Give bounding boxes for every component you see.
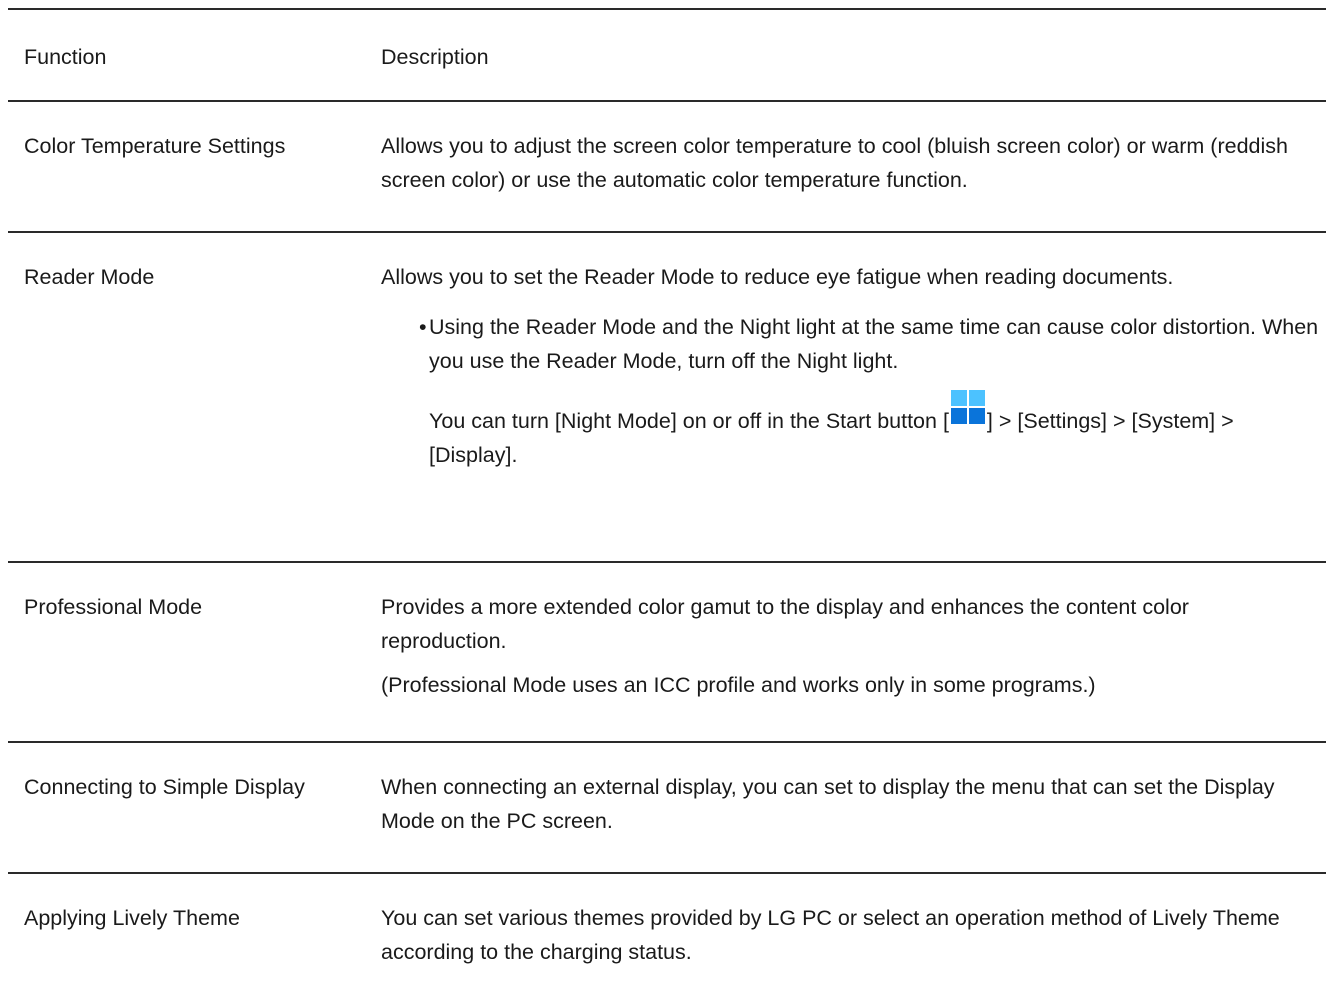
- function-description: You can set various themes provided by L…: [381, 901, 1326, 998]
- bullet-dot: •: [419, 315, 427, 339]
- table-header-row: Function Description: [8, 8, 1326, 100]
- description-text: Allows you to adjust the screen color te…: [381, 134, 1288, 192]
- function-name: Applying Lively Theme: [24, 906, 240, 930]
- table-row: Color Temperature Settings Allows you to…: [8, 100, 1326, 231]
- table-row: Connecting to Simple Display When connec…: [8, 741, 1326, 872]
- function-table: Function Description Color Temperature S…: [8, 8, 1326, 998]
- table-row: Reader Mode Allows you to set the Reader…: [8, 231, 1326, 561]
- description-note: (Professional Mode uses an ICC profile a…: [381, 673, 1096, 697]
- description-text: Provides a more extended color gamut to …: [381, 595, 1189, 653]
- function-name: Professional Mode: [24, 595, 203, 619]
- bullet-item: • Using the Reader Mode and the Night li…: [419, 310, 1320, 472]
- note-text-before: You can turn [Night Mode] on or off in t…: [429, 409, 949, 433]
- header-description: Description: [381, 45, 489, 69]
- function-description: Allows you to adjust the screen color te…: [381, 129, 1326, 231]
- windows-start-icon: [950, 390, 985, 424]
- function-description: When connecting an external display, you…: [381, 770, 1326, 872]
- function-name: Color Temperature Settings: [24, 134, 286, 158]
- description-text: When connecting an external display, you…: [381, 775, 1275, 833]
- bullet-text: Using the Reader Mode and the Night ligh…: [429, 315, 1319, 373]
- function-name: Connecting to Simple Display: [24, 775, 305, 799]
- night-mode-note: You can turn [Night Mode] on or off in t…: [429, 390, 1320, 472]
- header-function: Function: [24, 45, 107, 69]
- function-description: Provides a more extended color gamut to …: [381, 590, 1326, 741]
- table-row: Applying Lively Theme You can set variou…: [8, 872, 1326, 998]
- function-description: Allows you to set the Reader Mode to red…: [381, 260, 1326, 561]
- description-text: Allows you to set the Reader Mode to red…: [381, 265, 1174, 289]
- table-row: Professional Mode Provides a more extend…: [8, 561, 1326, 741]
- function-name: Reader Mode: [24, 265, 155, 289]
- description-text: You can set various themes provided by L…: [381, 906, 1280, 964]
- bullet-body: Using the Reader Mode and the Night ligh…: [429, 310, 1320, 472]
